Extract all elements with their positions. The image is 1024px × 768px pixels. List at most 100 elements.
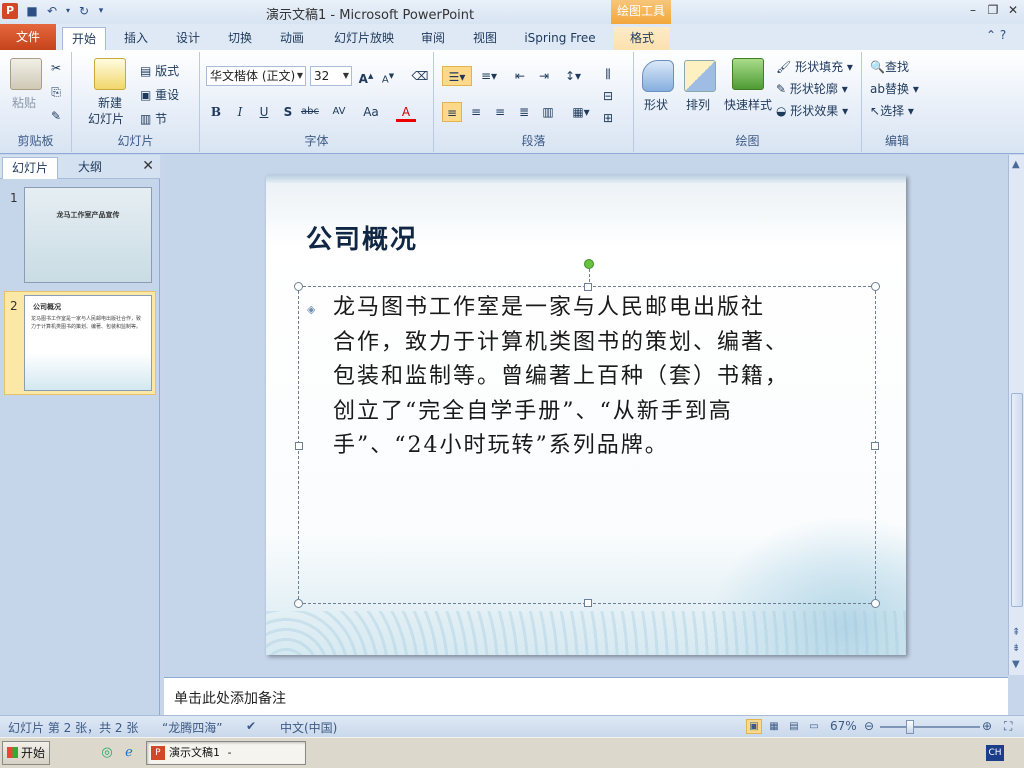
undo-icon[interactable]: ↶ — [44, 3, 60, 19]
underline-button[interactable]: U — [254, 102, 274, 122]
slide-sorter-icon[interactable]: ▦ — [766, 719, 782, 734]
next-slide-icon[interactable]: ⇟ — [1012, 643, 1020, 654]
resize-handle-sw[interactable] — [294, 599, 303, 608]
theme-name-status[interactable]: “龙腾四海” — [162, 719, 222, 736]
format-painter-icon[interactable]: ✎ — [46, 106, 66, 126]
tab-insert[interactable]: 插入 — [116, 27, 156, 50]
bullets-icon[interactable]: ☰▾ — [442, 66, 472, 86]
reset-button[interactable]: ▣ 重设 — [140, 86, 179, 103]
tab-slideshow[interactable]: 幻灯片放映 — [326, 27, 402, 50]
shape-effects-button[interactable]: ◒ 形状效果 ▾ — [776, 102, 848, 119]
undo-dropdown-icon[interactable]: ▾ — [64, 3, 72, 19]
resize-handle-n[interactable] — [584, 283, 592, 291]
align-text-icon[interactable]: ⊟ — [598, 86, 618, 106]
redo-icon[interactable]: ↻ — [76, 3, 92, 19]
vertical-scrollbar[interactable]: ▲ ⇞ ⇟ ▼ — [1008, 155, 1024, 675]
tab-slides-panel[interactable]: 幻灯片 — [2, 157, 58, 179]
normal-view-icon[interactable]: ▣ — [746, 719, 762, 734]
tab-design[interactable]: 设计 — [168, 27, 208, 50]
align-right-icon[interactable]: ≡ — [490, 102, 510, 122]
tab-format[interactable]: 格式 — [614, 27, 670, 50]
customize-qat-icon[interactable]: ▾ — [96, 3, 106, 19]
close-icon[interactable]: ✕ — [142, 158, 154, 174]
save-icon[interactable]: ■ — [24, 3, 40, 19]
zoom-out-icon[interactable]: ⊖ — [864, 719, 874, 733]
line-spacing-icon[interactable]: ↕▾ — [560, 66, 586, 86]
slideshow-icon[interactable]: ▭ — [806, 719, 822, 734]
shrink-font-icon[interactable]: A▼ — [378, 66, 398, 86]
help-icon[interactable]: ⌃ ? — [986, 28, 1016, 42]
justify-icon[interactable]: ≣ — [514, 102, 534, 122]
new-slide-icon[interactable] — [94, 58, 126, 90]
distributed-icon[interactable]: ▥ — [538, 102, 558, 122]
paste-button[interactable]: 粘贴 — [12, 94, 36, 111]
columns-icon[interactable]: ▦▾ — [568, 102, 594, 122]
numbering-icon[interactable]: ≡▾ — [476, 66, 502, 86]
restore-icon[interactable]: ❐ — [986, 3, 1000, 17]
zoom-in-icon[interactable]: ⊕ — [982, 719, 992, 733]
tab-ispring[interactable]: iSpring Free — [518, 27, 602, 50]
zoom-slider-thumb[interactable] — [906, 720, 914, 734]
content-placeholder[interactable]: ◈ 龙马图书工作室是一家与人民邮电出版社 合作，致力于计算机类图书的策划、编著、… — [294, 259, 880, 608]
scrollbar-thumb[interactable] — [1011, 393, 1023, 607]
resize-handle-e[interactable] — [871, 442, 879, 450]
start-button[interactable]: 开始 — [2, 741, 50, 765]
slide-thumbnail-1[interactable]: 龙马工作室产品宣传 — [24, 187, 152, 283]
arrange-button[interactable]: 排列 — [686, 96, 710, 113]
body-text[interactable]: 龙马图书工作室是一家与人民邮电出版社 合作，致力于计算机类图书的策划、编著、 包… — [333, 291, 863, 464]
paste-icon[interactable] — [10, 58, 42, 90]
powerpoint-app-icon[interactable]: P — [2, 3, 18, 19]
font-name-combo[interactable]: 华文楷体 (正文) ▼ — [206, 66, 306, 86]
zoom-level[interactable]: 67% — [830, 719, 857, 733]
change-case-button[interactable]: Aa — [358, 102, 384, 122]
shape-fill-button[interactable]: 🖌 形状填充 ▾ — [776, 58, 853, 75]
slide-title[interactable]: 公司概况 — [306, 219, 418, 256]
copy-icon[interactable]: ⎘ — [46, 82, 66, 102]
tab-transitions[interactable]: 切换 — [220, 27, 260, 50]
zoom-slider-track[interactable] — [880, 726, 980, 728]
smartart-icon[interactable]: ⊞ — [598, 108, 618, 128]
font-size-combo[interactable]: 32 ▼ — [310, 66, 352, 86]
quicklaunch-icon[interactable]: ◎ — [98, 744, 116, 762]
minimize-icon[interactable]: – — [966, 3, 980, 17]
tab-outline-panel[interactable]: 大纲 — [62, 157, 118, 179]
decrease-indent-icon[interactable]: ⇤ — [510, 66, 530, 86]
align-left-icon[interactable]: ≡ — [442, 102, 462, 122]
cut-icon[interactable]: ✂ — [46, 58, 66, 78]
rotate-handle[interactable] — [584, 259, 594, 269]
grow-font-icon[interactable]: A▲ — [356, 66, 376, 86]
notes-pane[interactable]: 单击此处添加备注 — [164, 677, 1008, 715]
clear-format-icon[interactable]: ⌫ — [410, 66, 430, 86]
slide-canvas[interactable]: 公司概况 ◈ 龙马图书工作室是一家与人民邮电出版社 合作，致力于计算机类图书的策… — [266, 175, 906, 655]
shapes-button[interactable]: 形状 — [644, 96, 668, 113]
replace-button[interactable]: ab替换 ▾ — [870, 80, 919, 97]
tab-review[interactable]: 审阅 — [414, 27, 452, 50]
language-status[interactable]: 中文(中国) — [280, 719, 337, 736]
tab-animations[interactable]: 动画 — [272, 27, 312, 50]
tab-home[interactable]: 开始 — [62, 27, 106, 50]
previous-slide-icon[interactable]: ⇞ — [1012, 627, 1020, 638]
scroll-up-icon[interactable]: ▲ — [1012, 159, 1020, 170]
ime-indicator[interactable]: CH — [986, 745, 1004, 761]
taskbar-item-powerpoint[interactable]: P 演示文稿1 - Microso... — [146, 741, 306, 765]
resize-handle-nw[interactable] — [294, 282, 303, 291]
italic-button[interactable]: I — [230, 102, 250, 122]
resize-handle-w[interactable] — [295, 442, 303, 450]
text-direction-icon[interactable]: ⫼ — [598, 64, 618, 84]
fit-window-icon[interactable]: ⛶ — [1004, 719, 1012, 734]
quick-styles-icon[interactable] — [732, 58, 764, 90]
reading-view-icon[interactable]: ▤ — [786, 719, 802, 734]
section-button[interactable]: ▥ 节 — [140, 110, 167, 127]
font-color-button[interactable]: A — [396, 102, 416, 122]
resize-handle-s[interactable] — [584, 599, 592, 607]
shapes-icon[interactable] — [642, 60, 674, 92]
browser-icon[interactable]: ℯ — [120, 744, 138, 762]
bold-button[interactable]: B — [206, 102, 226, 122]
spellcheck-icon[interactable]: ✔ — [246, 719, 256, 733]
arrange-icon[interactable] — [684, 60, 716, 92]
close-icon[interactable]: ✕ — [1006, 3, 1020, 17]
strikethrough-button[interactable]: abc — [300, 102, 320, 122]
new-slide-label-1[interactable]: 新建 — [98, 94, 122, 111]
resize-handle-se[interactable] — [871, 599, 880, 608]
scroll-down-icon[interactable]: ▼ — [1012, 659, 1020, 670]
